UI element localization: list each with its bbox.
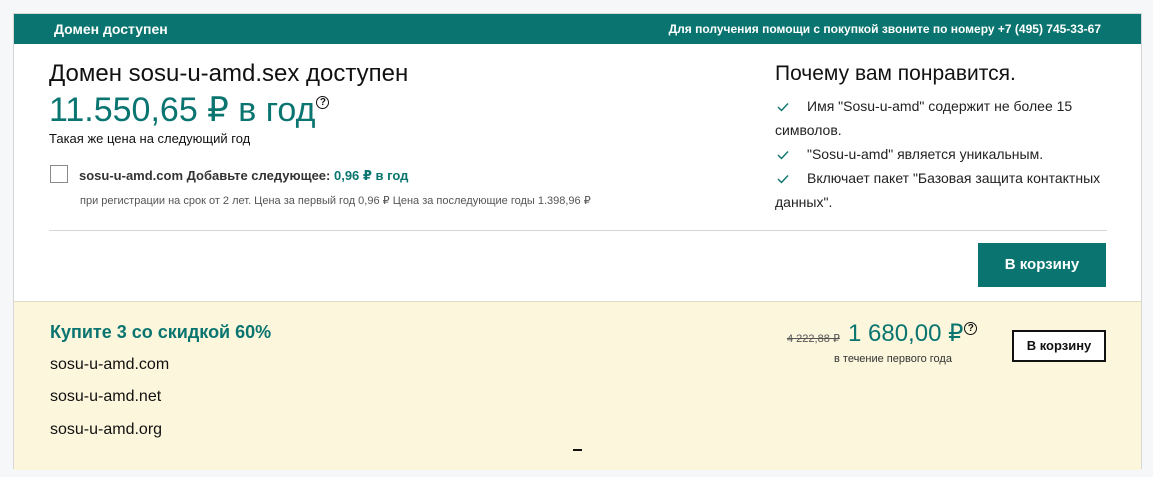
addon-offer: sosu-u-amd.com Добавьте следующее: 0,96 … <box>79 168 408 184</box>
domain-result-card: Домен доступен Для получения помощи с по… <box>13 13 1142 470</box>
domain-price: 11.550,65 ₽ в год <box>49 91 316 129</box>
bundle-domain: sosu-u-amd.net <box>50 388 162 405</box>
section-divider <box>49 230 1107 231</box>
check-icon <box>777 175 789 184</box>
check-icon <box>777 151 789 160</box>
domain-title: Домен sosu-u-amd.sex доступен <box>49 60 409 87</box>
addon-note: при регистрации на срок от 2 лет. Цена з… <box>80 195 591 207</box>
bundle-offer: Купите 3 со скидкой 60% sosu-u-amd.com s… <box>14 301 1141 470</box>
why-item-text: "Sosu-u-amd" является уникальным. <box>807 146 1044 162</box>
bundle-old-price: 4 222,88 ₽ <box>787 333 840 345</box>
header-help-text: Для получения помощи с покупкой звоните … <box>668 22 1101 36</box>
minus-icon <box>573 449 582 451</box>
addon-price: 0,96 ₽ в год <box>333 168 409 183</box>
price-help-icon[interactable]: ? <box>316 96 330 109</box>
bundle-help-icon[interactable]: ? <box>964 322 978 335</box>
bundle-domain: sosu-u-amd.org <box>50 421 163 438</box>
bundle-new-price: 1 680,00 ₽ <box>848 320 964 347</box>
addon-domain: sosu-u-amd.com <box>79 168 184 183</box>
why-item-text: Включает пакет "Базовая защита контактны… <box>775 170 1101 210</box>
addon-checkbox[interactable] <box>50 165 68 183</box>
domain-price-row: 11.550,65 ₽ в год? <box>49 90 330 130</box>
bundle-add-to-cart-button[interactable]: В корзину <box>1012 330 1106 362</box>
check-icon <box>777 103 789 112</box>
addon-label: Добавьте следующее: <box>186 168 331 183</box>
why-item: Имя "Sosu-u-amd" содержит не более 15 си… <box>775 94 1105 142</box>
bundle-new-price-row: 1 680,00 ₽? <box>848 319 978 348</box>
why-item-text: Имя "Sosu-u-amd" содержит не более 15 си… <box>775 98 1073 138</box>
header-title: Домен доступен <box>54 21 168 37</box>
renewal-note: Такая же цена на следующий год <box>49 131 251 146</box>
why-item: Включает пакет "Базовая защита контактны… <box>775 166 1105 214</box>
add-to-cart-button[interactable]: В корзину <box>978 243 1106 287</box>
why-item: "Sosu-u-amd" является уникальным. <box>775 142 1105 166</box>
bundle-period: в течение первого года <box>834 353 952 365</box>
bundle-domain: sosu-u-amd.com <box>50 356 170 373</box>
bundle-title: Купите 3 со скидкой 60% <box>50 322 272 342</box>
why-title: Почему вам понравится. <box>775 62 1016 85</box>
availability-header: Домен доступен Для получения помощи с по… <box>14 14 1141 44</box>
why-list: Имя "Sosu-u-amd" содержит не более 15 си… <box>775 94 1105 214</box>
